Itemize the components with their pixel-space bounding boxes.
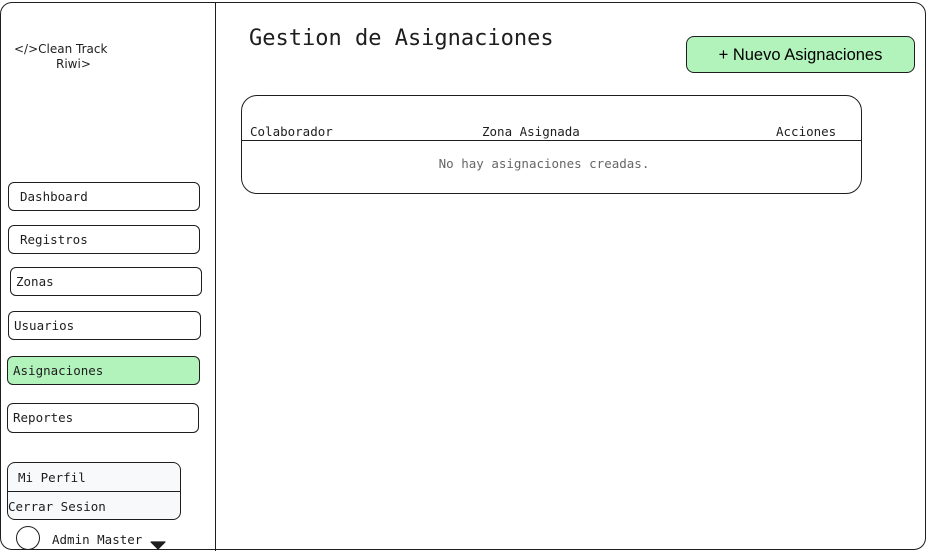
menu-item-cerrar-sesion[interactable]: Cerrar Sesion bbox=[6, 493, 180, 521]
nav-item-label: Asignaciones bbox=[13, 363, 104, 378]
logo-line-2: Riwi> bbox=[56, 57, 91, 71]
table-header-divider bbox=[242, 140, 861, 141]
column-header-acciones: Acciones bbox=[776, 124, 837, 139]
nav-item-label: Reportes bbox=[13, 410, 74, 425]
menu-item-mi-perfil[interactable]: Mi Perfil bbox=[8, 464, 190, 492]
nav-item-label: Zonas bbox=[16, 274, 54, 289]
avatar[interactable] bbox=[16, 526, 40, 550]
nav-item-label: Registros bbox=[20, 232, 88, 247]
profile-menu: Mi Perfil Cerrar Sesion bbox=[7, 462, 181, 520]
nav-item-label: Dashboard bbox=[20, 189, 88, 204]
user-name[interactable]: Admin Master bbox=[52, 532, 142, 548]
app-logo: </>Clean Track Riwi> bbox=[14, 42, 134, 72]
column-header-zona-asignada: Zona Asignada bbox=[482, 124, 580, 139]
nav-item-usuarios[interactable]: Usuarios bbox=[8, 311, 201, 340]
nav-item-label: Usuarios bbox=[14, 318, 75, 333]
new-assignment-button[interactable]: + Nuevo Asignaciones bbox=[686, 36, 915, 73]
page-title: Gestion de Asignaciones bbox=[249, 26, 554, 51]
nav-item-asignaciones[interactable]: Asignaciones bbox=[7, 356, 200, 385]
empty-state-message: No hay asignaciones creadas. bbox=[438, 156, 650, 171]
logo-line-1: </>Clean Track bbox=[14, 42, 108, 56]
nav-item-dashboard[interactable]: Dashboard bbox=[8, 182, 200, 211]
nav-item-registros[interactable]: Registros bbox=[8, 225, 200, 254]
caret-down-icon[interactable] bbox=[150, 540, 166, 550]
nav-item-reportes[interactable]: Reportes bbox=[7, 403, 199, 433]
assignments-table bbox=[241, 95, 862, 194]
nav-item-zonas[interactable]: Zonas bbox=[10, 267, 202, 296]
column-header-colaborador: Colaborador bbox=[250, 124, 333, 139]
sidebar-divider bbox=[215, 3, 216, 551]
menu-divider bbox=[8, 491, 180, 492]
